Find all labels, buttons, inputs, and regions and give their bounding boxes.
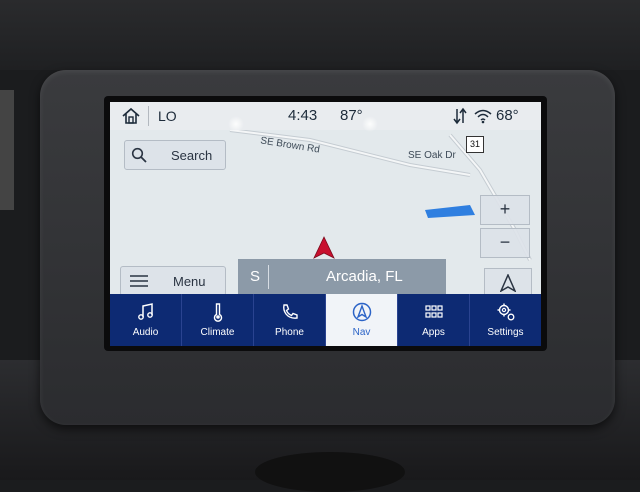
menu-button[interactable]: Menu bbox=[120, 266, 226, 296]
vehicle-position-icon bbox=[313, 236, 335, 259]
road-label-oak: SE Oak Dr bbox=[408, 150, 456, 161]
search-button[interactable]: Search bbox=[124, 140, 226, 170]
nav-settings[interactable]: Settings bbox=[470, 294, 541, 346]
settings-gear-icon bbox=[497, 303, 514, 321]
clock-time: 4:43 bbox=[288, 107, 318, 124]
inside-temperature: 87° bbox=[340, 107, 363, 124]
thermometer-icon bbox=[213, 303, 222, 322]
heading-direction: S bbox=[250, 268, 261, 285]
screen-glare bbox=[362, 116, 378, 132]
route-shield: 31 bbox=[466, 136, 484, 153]
display-area: LO 4:43 87° 68° SE Brown Rd SE Oak Dr 31… bbox=[110, 102, 541, 346]
dashboard-top bbox=[0, 0, 640, 70]
nav-climate-label: Climate bbox=[200, 327, 235, 338]
navigation-icon bbox=[352, 302, 371, 322]
nav-climate[interactable]: Climate bbox=[182, 294, 254, 346]
nav-nav[interactable]: Nav bbox=[326, 294, 398, 346]
destination-bar[interactable]: S Arcadia, FL bbox=[238, 259, 446, 295]
bottom-nav-bar: Audio Climate Phone Nav Apps Settings bbox=[110, 294, 541, 346]
search-icon bbox=[131, 147, 147, 163]
audio-source-label[interactable]: LO bbox=[158, 108, 177, 124]
hamburger-icon bbox=[130, 275, 148, 287]
search-label: Search bbox=[171, 148, 213, 163]
outside-temperature: 68° bbox=[496, 107, 519, 124]
nav-nav-label: Nav bbox=[352, 327, 371, 338]
phone-icon bbox=[282, 304, 298, 319]
nav-apps-label: Apps bbox=[422, 327, 445, 338]
zoom-in-button[interactable]: + bbox=[480, 195, 530, 225]
dashboard-left-trim bbox=[0, 90, 14, 210]
status-bar: LO 4:43 87° 68° bbox=[110, 102, 541, 131]
nav-phone[interactable]: Phone bbox=[254, 294, 326, 346]
zoom-out-button[interactable]: − bbox=[480, 228, 530, 258]
destination-divider bbox=[268, 265, 269, 289]
screen-glare bbox=[228, 116, 244, 132]
menu-label: Menu bbox=[173, 274, 206, 289]
nav-audio-label: Audio bbox=[132, 327, 159, 338]
nav-phone-label: Phone bbox=[275, 327, 304, 338]
home-icon[interactable] bbox=[120, 105, 142, 127]
music-note-icon bbox=[137, 303, 153, 320]
nav-audio[interactable]: Audio bbox=[110, 294, 182, 346]
apps-grid-icon bbox=[424, 305, 443, 318]
nav-settings-label: Settings bbox=[487, 327, 524, 338]
infotainment-screen: LO 4:43 87° 68° SE Brown Rd SE Oak Dr 31… bbox=[104, 96, 547, 351]
wifi-icon bbox=[474, 109, 492, 124]
control-knob bbox=[255, 452, 405, 492]
compass-arrow-icon bbox=[499, 273, 517, 293]
destination-city: Arcadia, FL bbox=[326, 268, 403, 285]
nav-apps[interactable]: Apps bbox=[398, 294, 470, 346]
status-divider bbox=[148, 106, 149, 126]
sync-arrows-icon bbox=[453, 107, 467, 125]
